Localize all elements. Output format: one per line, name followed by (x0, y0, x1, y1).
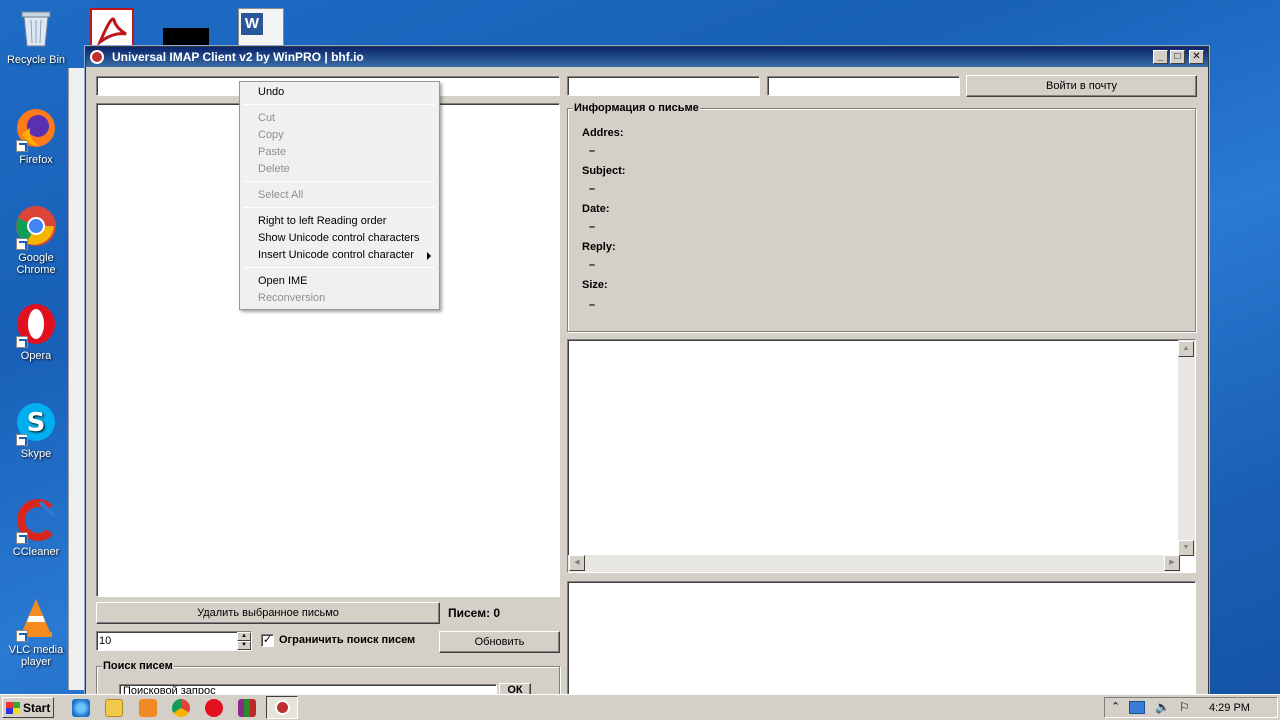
menu-separator (244, 104, 435, 105)
menu-item-delete[interactable]: Delete (258, 161, 290, 178)
winrar-taskbar-icon[interactable] (238, 699, 256, 717)
firefox-icon (14, 106, 58, 152)
desktop-icon-opera[interactable]: Opera (0, 302, 72, 362)
size-label: Size: (582, 279, 608, 291)
reply-label: Reply: (582, 241, 616, 253)
media-player-quicklaunch-icon[interactable] (139, 699, 157, 717)
desktop-icon-label: VLC media player (8, 644, 64, 668)
refresh-button[interactable]: Обновить (439, 631, 560, 653)
imap-client-taskbar-icon (275, 700, 290, 715)
opera-icon (14, 302, 58, 348)
size-value: – (589, 299, 596, 311)
volume-icon[interactable]: 🔈 (1155, 700, 1170, 714)
submenu-arrow-icon (427, 252, 431, 260)
chrome-icon (14, 204, 58, 250)
imap-client-taskbar-button[interactable] (266, 696, 298, 719)
limit-spinner[interactable]: 10 ▲ ▼ (96, 631, 252, 651)
menu-item-select-all[interactable]: Select All (258, 187, 303, 204)
menu-item-open-ime[interactable]: Open IME (258, 273, 308, 290)
menu-separator (244, 181, 435, 182)
delete-letter-button[interactable]: Удалить выбранное письмо (96, 602, 440, 624)
horizontal-scrollbar[interactable] (568, 555, 1180, 572)
desktop-icon-label: Firefox (19, 154, 53, 166)
desktop-icon-recycle-bin[interactable]: Recycle Bin (0, 6, 72, 66)
vlc-icon (14, 596, 58, 642)
desktop-icon-label: CCleaner (12, 546, 60, 558)
windows-logo-icon (6, 701, 20, 714)
menu-item-rtl-reading-order[interactable]: Right to left Reading order (258, 213, 386, 230)
desktop-icon-vlc[interactable]: VLC media player (0, 596, 72, 668)
desktop-icon-firefox[interactable]: Firefox (0, 106, 72, 166)
black-file-icon[interactable] (163, 28, 209, 46)
letters-count: Писем: 0 (448, 606, 501, 620)
recycle-bin-icon (14, 6, 58, 50)
subject-label: Subject: (582, 165, 626, 177)
network-icon[interactable] (1129, 701, 1145, 714)
login-field-3[interactable] (767, 76, 960, 96)
menu-item-reconversion[interactable]: Reconversion (258, 290, 325, 307)
menu-item-copy[interactable]: Copy (258, 127, 284, 144)
vertical-scrollbar[interactable] (1178, 340, 1195, 556)
limit-checkbox[interactable]: ✓ (261, 634, 274, 647)
maximize-button[interactable]: □ (1170, 50, 1185, 64)
desktop-icon-label: Google Chrome (16, 252, 56, 276)
login-field-2[interactable] (567, 76, 760, 96)
spin-up-button[interactable]: ▲ (237, 632, 251, 641)
tray-expand-icon[interactable]: ⌃ (1111, 700, 1120, 713)
menu-item-show-unicode-chars[interactable]: Show Unicode control characters (258, 230, 419, 247)
date-label: Date: (582, 203, 610, 215)
app-icon (90, 50, 104, 64)
menu-separator (244, 207, 435, 208)
pdf-file-icon[interactable] (90, 8, 134, 48)
desktop-icon-chrome[interactable]: Google Chrome (0, 204, 72, 276)
desktop-icon-ccleaner[interactable]: CCleaner (0, 498, 72, 558)
scroll-down-button[interactable]: ▼ (1178, 540, 1194, 556)
minimize-button[interactable]: _ (1153, 50, 1168, 64)
taskbar: Start ⌃ 🔈 ⚐ 4:29 PM (0, 694, 1280, 720)
scroll-right-button[interactable]: ▶ (1164, 555, 1180, 571)
desktop-icon-skype[interactable]: S Skype (0, 400, 72, 460)
close-button[interactable]: ✕ (1189, 50, 1204, 64)
system-tray: ⌃ 🔈 ⚐ 4:29 PM (1104, 697, 1278, 718)
letter-info-group: Информация о письме Addres: – Subject: –… (567, 102, 1196, 332)
limit-checkbox-label[interactable]: Ограничить поиск писем (279, 634, 415, 646)
ccleaner-icon (14, 498, 58, 544)
message-body[interactable]: ▲ ▼ ◀ ▶ (567, 339, 1196, 573)
start-button[interactable]: Start (2, 697, 54, 718)
svg-text:S: S (27, 408, 46, 438)
menu-item-cut[interactable]: Cut (258, 110, 275, 127)
menu-item-insert-unicode-char[interactable]: Insert Unicode control character (258, 247, 414, 264)
address-value: – (589, 145, 596, 157)
context-menu: Undo Cut Copy Paste Delete Select All Ri… (239, 81, 440, 310)
clock[interactable]: 4:29 PM (1209, 702, 1250, 714)
ie-quicklaunch-icon[interactable] (72, 699, 90, 717)
menu-separator (244, 267, 435, 268)
chrome-quicklaunch-icon[interactable] (172, 699, 190, 717)
start-label: Start (23, 700, 51, 715)
scroll-up-button[interactable]: ▲ (1178, 341, 1194, 357)
word-file-icon[interactable]: W (238, 8, 284, 48)
desktop-icon-label: Recycle Bin (6, 54, 66, 66)
explorer-quicklaunch-icon[interactable] (105, 699, 123, 717)
date-value: – (589, 221, 596, 233)
login-button[interactable]: Войти в почту (966, 75, 1197, 97)
opera-quicklaunch-icon[interactable] (205, 699, 223, 717)
letter-info-legend: Информация о письме (573, 102, 700, 114)
desktop-icon-label: Opera (20, 350, 52, 362)
address-label: Addres: (582, 127, 624, 139)
limit-value: 10 (99, 635, 112, 647)
reply-value: – (589, 259, 596, 271)
window-title: Universal IMAP Client v2 by WinPRO | bhf… (112, 50, 364, 64)
menu-item-paste[interactable]: Paste (258, 144, 286, 161)
subject-value: – (589, 183, 596, 195)
spin-down-button[interactable]: ▼ (237, 641, 251, 650)
search-legend: Поиск писем (102, 660, 174, 672)
action-center-flag-icon[interactable]: ⚐ (1179, 700, 1190, 714)
titlebar[interactable]: Universal IMAP Client v2 by WinPRO | bhf… (86, 47, 1208, 67)
skype-icon: S (14, 400, 58, 446)
scroll-left-button[interactable]: ◀ (569, 555, 585, 571)
menu-item-undo[interactable]: Undo (258, 84, 284, 101)
desktop-icon-label: Skype (20, 448, 52, 460)
